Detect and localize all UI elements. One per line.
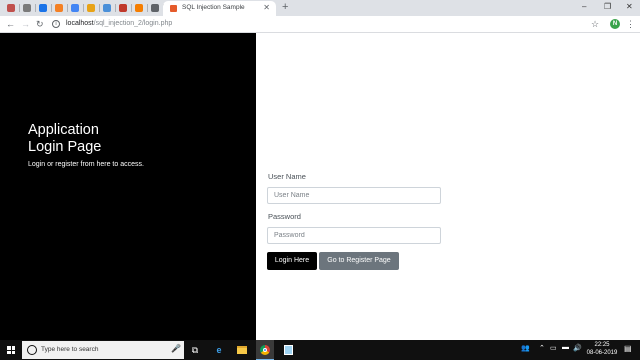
back-button[interactable]: ← bbox=[6, 18, 15, 30]
battery-icon[interactable]: ▬ bbox=[562, 344, 569, 351]
bookmark-icon[interactable] bbox=[84, 2, 97, 14]
page-title: Application Login Page bbox=[28, 122, 101, 156]
browser-toolbar: ← → ↻ i localhost/sql_injection_2/login.… bbox=[0, 16, 640, 33]
browser-menu-icon[interactable]: ⋮ bbox=[626, 18, 635, 30]
restore-button[interactable]: ❐ bbox=[604, 1, 611, 13]
page-title-line2: Login Page bbox=[28, 139, 102, 155]
book-icon-glyph bbox=[118, 4, 127, 12]
doc-icon[interactable] bbox=[100, 2, 113, 14]
page-subtitle: Login or register from here to access. bbox=[28, 161, 144, 168]
username-input[interactable] bbox=[267, 187, 441, 204]
chrome-taskbar-item[interactable] bbox=[256, 340, 274, 360]
blogger-icon-glyph bbox=[134, 4, 143, 12]
sync-icon[interactable] bbox=[36, 2, 49, 14]
taskbar-clock[interactable]: 22:25 08-06-2019 bbox=[584, 342, 620, 357]
book-icon[interactable] bbox=[116, 2, 129, 14]
forward-button[interactable]: → bbox=[21, 18, 30, 30]
new-tab-button[interactable]: + bbox=[282, 1, 288, 14]
show-hidden-icons-icon[interactable]: ⌃ bbox=[539, 344, 545, 352]
bookmark-star-icon[interactable]: ☆ bbox=[591, 18, 599, 30]
profile-avatar[interactable]: N bbox=[610, 19, 620, 29]
windows-logo-icon bbox=[7, 346, 15, 354]
taskbar-search[interactable]: Type here to search 🎤 bbox=[22, 341, 184, 359]
microphone-icon[interactable]: 🎤 bbox=[171, 344, 181, 353]
tab-sql-injection-sample[interactable]: SQL Injection Sample ✕ bbox=[163, 1, 276, 16]
url-path: /sql_injection_2/login.php bbox=[93, 20, 173, 27]
notepad-icon[interactable] bbox=[281, 343, 295, 357]
browser-tab-strip: SQL Injection Sample ✕ + – ❐ ✕ bbox=[0, 0, 640, 16]
info-icon[interactable]: i bbox=[52, 20, 60, 28]
cortana-icon bbox=[27, 345, 37, 355]
clock-time: 22:25 bbox=[594, 342, 610, 348]
username-label: User Name bbox=[268, 172, 306, 181]
url-text[interactable]: localhost/sql_injection_2/login.php bbox=[66, 20, 172, 27]
address-bar[interactable]: i localhost/sql_injection_2/login.php bbox=[49, 18, 609, 31]
apps-grid-icon[interactable] bbox=[68, 2, 81, 14]
calendar-icon-glyph bbox=[150, 4, 159, 12]
password-input[interactable] bbox=[267, 227, 441, 244]
login-button[interactable]: Login Here bbox=[267, 252, 317, 270]
file-explorer-icon[interactable] bbox=[235, 343, 249, 357]
person-icon[interactable] bbox=[4, 2, 17, 14]
bookmark-icon-glyph bbox=[86, 4, 95, 12]
calendar-icon[interactable] bbox=[148, 2, 161, 14]
tab-title: SQL Injection Sample bbox=[182, 4, 245, 11]
tab-close-icon[interactable]: ✕ bbox=[263, 3, 270, 13]
page-title-line1: Application bbox=[28, 122, 99, 138]
network-icon[interactable]: ▭ bbox=[550, 344, 557, 352]
sync-icon-glyph bbox=[38, 4, 47, 12]
doc-icon-glyph bbox=[102, 4, 111, 12]
password-label: Password bbox=[268, 212, 301, 221]
volume-icon[interactable]: 🔊 bbox=[573, 344, 582, 352]
url-host: localhost bbox=[66, 20, 94, 27]
action-center-icon[interactable]: ▤ bbox=[624, 344, 632, 353]
close-window-button[interactable]: ✕ bbox=[626, 1, 633, 13]
cloud-icon[interactable] bbox=[52, 2, 65, 14]
register-page-button[interactable]: Go to Register Page bbox=[319, 252, 399, 270]
reload-button[interactable]: ↻ bbox=[36, 18, 44, 30]
windows-taskbar: Type here to search 🎤 ⧉ e 👥 ⌃ ▭ ▬ 🔊 22:2… bbox=[0, 340, 640, 360]
people-icon[interactable]: 👥 bbox=[521, 344, 530, 352]
person-icon-glyph bbox=[6, 4, 15, 12]
intro-panel: Application Login Page Login or register… bbox=[0, 33, 256, 340]
taskbar-search-placeholder: Type here to search bbox=[41, 346, 99, 353]
globe-icon[interactable] bbox=[20, 2, 33, 14]
start-button[interactable] bbox=[0, 340, 22, 360]
task-view-icon[interactable]: ⧉ bbox=[188, 343, 202, 357]
apps-grid-icon-glyph bbox=[70, 4, 79, 12]
globe-icon-glyph bbox=[22, 4, 31, 12]
chrome-icon bbox=[258, 343, 272, 357]
blogger-icon[interactable] bbox=[132, 2, 145, 14]
cloud-icon-glyph bbox=[54, 4, 63, 12]
edge-icon[interactable]: e bbox=[212, 343, 226, 357]
minimize-button[interactable]: – bbox=[582, 1, 586, 13]
tab-favicon-icon bbox=[170, 5, 177, 12]
clock-date: 08-06-2019 bbox=[586, 349, 618, 356]
